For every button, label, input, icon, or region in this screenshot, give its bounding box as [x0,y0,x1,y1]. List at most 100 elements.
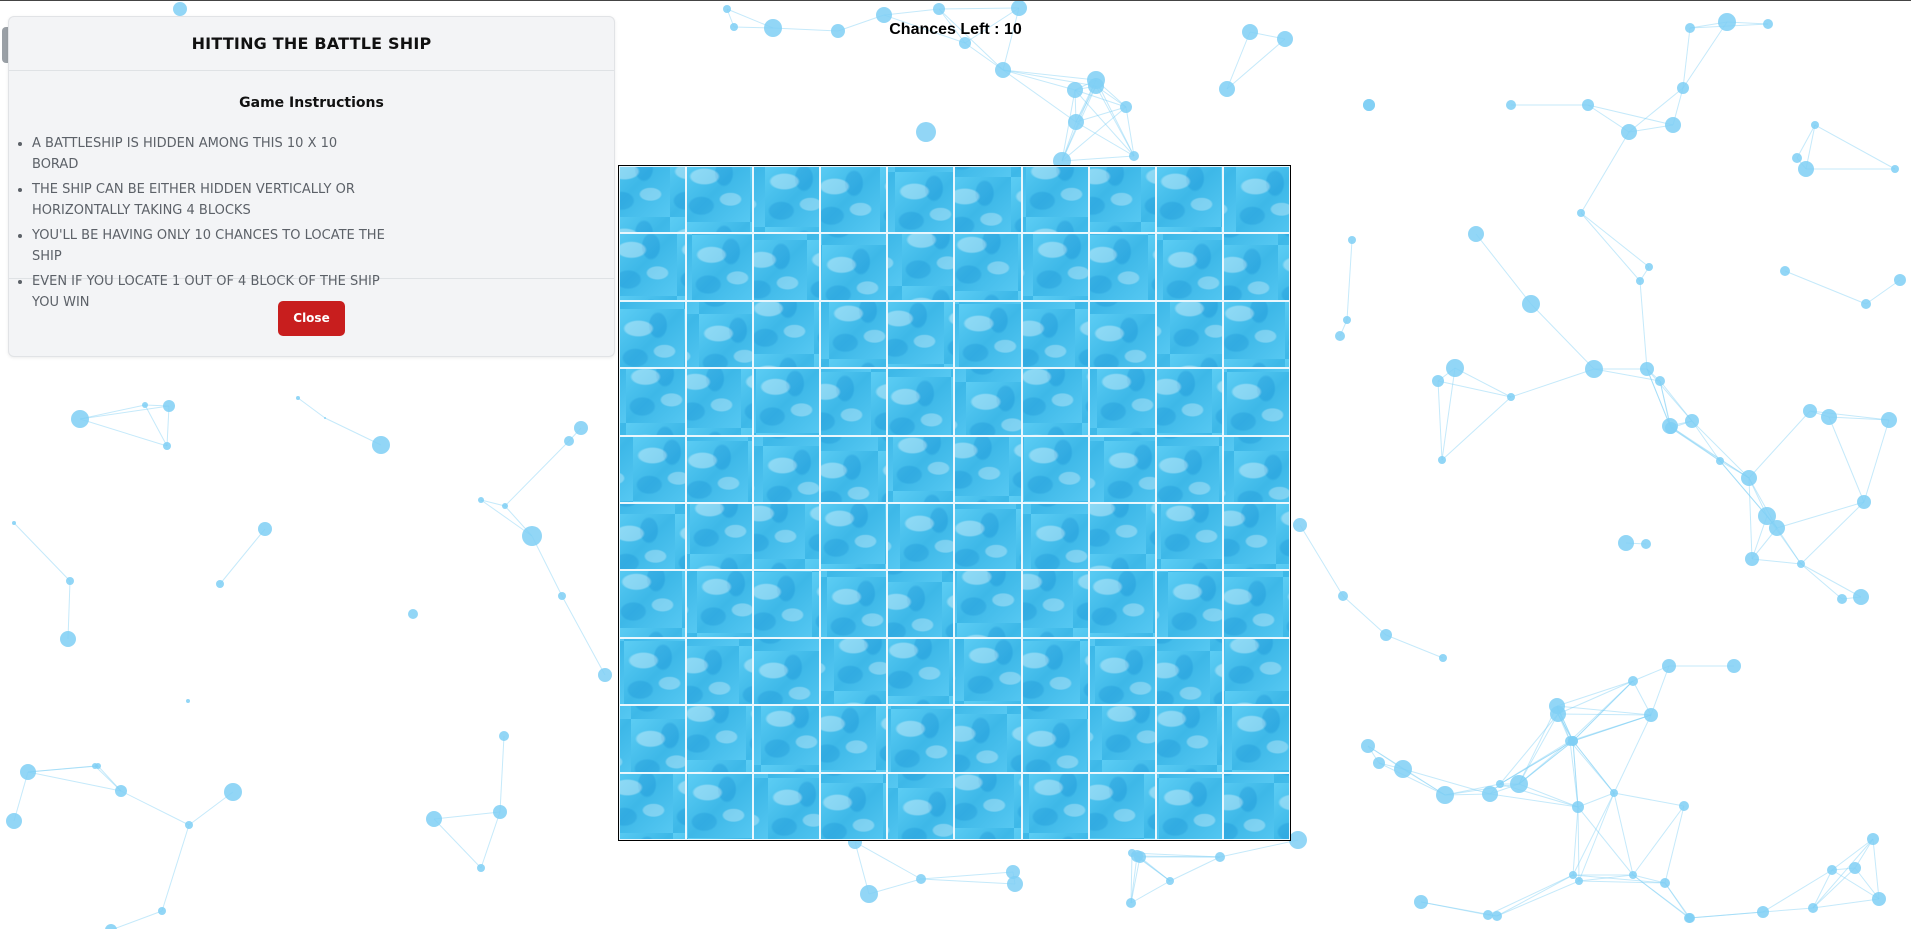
board-cell[interactable] [687,504,753,570]
board-cell[interactable] [620,773,686,839]
board-cell[interactable] [1156,234,1222,300]
board-cell[interactable] [620,504,686,570]
board-cell[interactable] [888,369,954,435]
board-cell[interactable] [888,167,954,233]
board-cell[interactable] [1223,706,1289,772]
board-cell[interactable] [1089,504,1155,570]
board-cell[interactable] [821,504,887,570]
board-cell[interactable] [620,638,686,705]
board-cell[interactable] [1223,571,1289,637]
board-cell[interactable] [754,301,820,368]
close-button[interactable]: Close [278,300,345,336]
board-cell[interactable] [955,301,1021,368]
board-cell[interactable] [821,773,887,839]
board-cell[interactable] [754,504,820,570]
board-cell[interactable] [955,706,1021,772]
board-cell[interactable] [687,301,753,368]
board-cell[interactable] [1156,571,1222,637]
board-cell[interactable] [888,773,954,839]
board-cell[interactable] [1022,167,1088,233]
board-cell[interactable] [821,436,887,502]
board-cell[interactable] [1089,234,1155,300]
board-cell[interactable] [1089,638,1155,705]
board-cell[interactable] [1022,571,1088,637]
board-cell[interactable] [687,234,753,300]
board-cell[interactable] [1223,773,1289,839]
board-cell[interactable] [888,571,954,637]
board-cell[interactable] [687,638,753,705]
board-cell[interactable] [620,167,686,233]
board-cell[interactable] [1022,234,1088,300]
board-cell[interactable] [888,234,954,300]
board-cell[interactable] [620,571,686,637]
board-cell[interactable] [620,234,686,300]
board-cell[interactable] [1156,369,1222,435]
board-cell[interactable] [955,638,1021,705]
board-cell[interactable] [821,234,887,300]
board-cell[interactable] [754,706,820,772]
board-cell[interactable] [1022,369,1088,435]
board-cell[interactable] [1022,436,1088,502]
board-cell[interactable] [754,167,820,233]
board-cell[interactable] [955,436,1021,502]
board-cell[interactable] [888,638,954,705]
board-cell[interactable] [754,773,820,839]
board-cell[interactable] [821,167,887,233]
board-cell[interactable] [821,301,887,368]
board-cell[interactable] [1156,773,1222,839]
board-cell[interactable] [1223,504,1289,570]
board-cell[interactable] [1089,773,1155,839]
board-cell[interactable] [1223,369,1289,435]
board-cell[interactable] [1022,706,1088,772]
board-cell[interactable] [1089,167,1155,233]
board-cell[interactable] [1156,504,1222,570]
board-cell[interactable] [888,504,954,570]
board-cell[interactable] [1223,436,1289,502]
board-cell[interactable] [888,706,954,772]
board-cell[interactable] [754,571,820,637]
board-cell[interactable] [955,234,1021,300]
board-cell[interactable] [1089,369,1155,435]
board-cell[interactable] [1223,167,1289,233]
board-cell[interactable] [620,369,686,435]
board-cell[interactable] [1223,301,1289,368]
board-cell[interactable] [1223,234,1289,300]
board-cell[interactable] [1089,571,1155,637]
board-cell[interactable] [620,301,686,368]
board-cell[interactable] [687,773,753,839]
board-cell[interactable] [821,706,887,772]
board-cell[interactable] [754,638,820,705]
board-cell[interactable] [687,706,753,772]
board-cell[interactable] [955,571,1021,637]
board-cell[interactable] [1156,301,1222,368]
board-cell[interactable] [1156,638,1222,705]
board-cell[interactable] [821,638,887,705]
board-cell[interactable] [888,301,954,368]
board-cell[interactable] [754,369,820,435]
board-cell[interactable] [888,436,954,502]
board-cell[interactable] [1156,167,1222,233]
board-cell[interactable] [1022,773,1088,839]
board-cell[interactable] [1223,638,1289,705]
board-cell[interactable] [1022,504,1088,570]
board-cell[interactable] [1089,706,1155,772]
board-cell[interactable] [955,369,1021,435]
board-cell[interactable] [687,571,753,637]
board-cell[interactable] [687,369,753,435]
board-cell[interactable] [955,167,1021,233]
board-cell[interactable] [687,436,753,502]
board-cell[interactable] [754,436,820,502]
board-cell[interactable] [1022,301,1088,368]
board-cell[interactable] [1089,301,1155,368]
board-cell[interactable] [1156,706,1222,772]
board-cell[interactable] [620,436,686,502]
board-cell[interactable] [1022,638,1088,705]
board-cell[interactable] [620,706,686,772]
board-cell[interactable] [1089,436,1155,502]
board-cell[interactable] [821,369,887,435]
board-cell[interactable] [955,773,1021,839]
board-cell[interactable] [821,571,887,637]
board-cell[interactable] [687,167,753,233]
board-cell[interactable] [955,504,1021,570]
board-cell[interactable] [754,234,820,300]
